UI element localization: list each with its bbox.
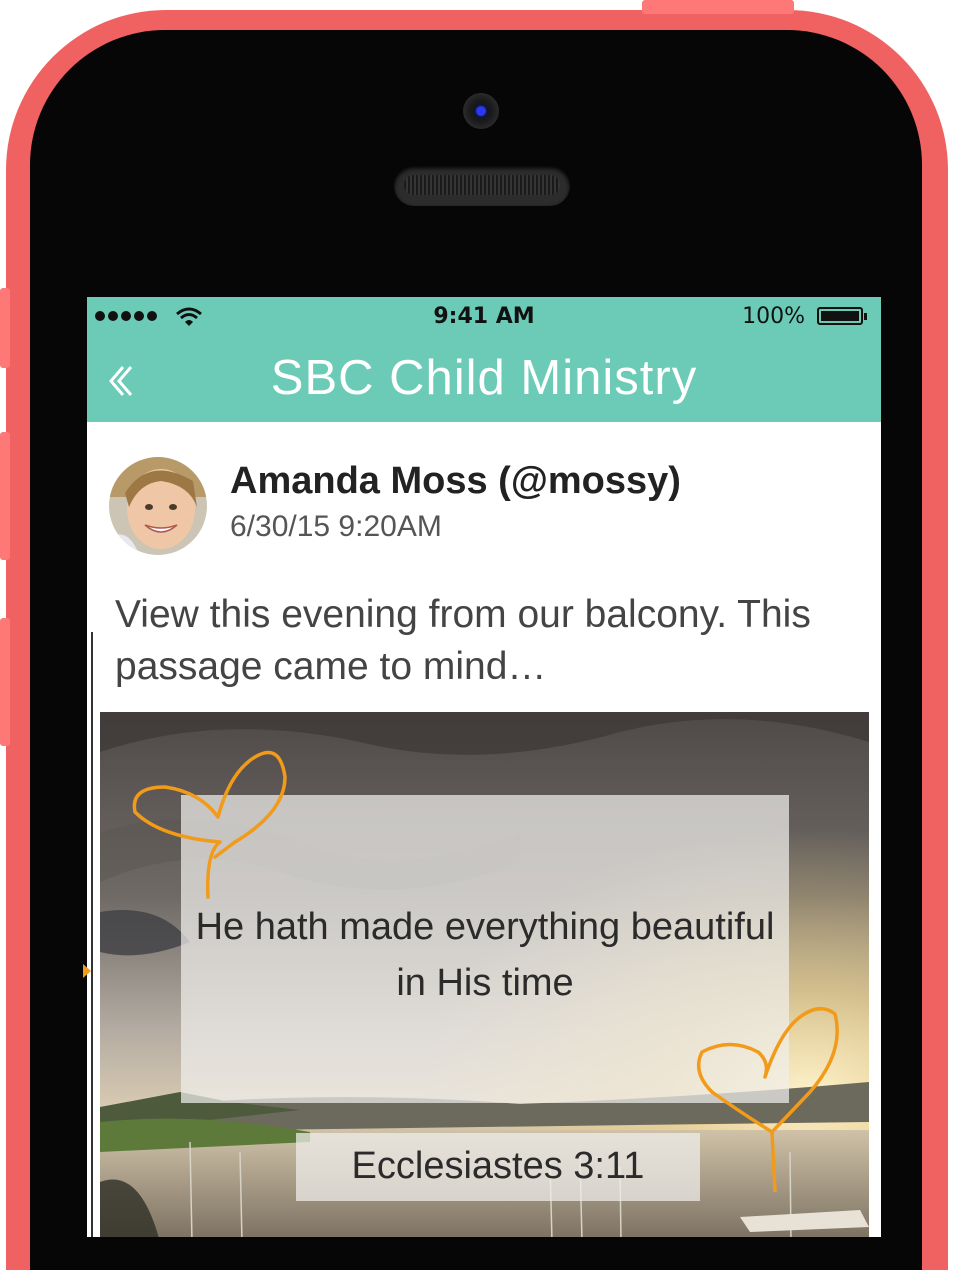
heart-doodle-icon [132,750,287,899]
nav-bar: SBC Child Ministry [87,337,881,422]
scripture-reference: Ecclesiastes 3:11 [351,1145,645,1187]
post-text: View this evening from our balcony. This… [115,593,811,688]
mute-button [0,288,10,368]
ringer-switch [642,0,794,14]
volume-up-button [0,432,10,560]
edge-marker-icon [83,964,91,978]
earpiece-speaker [394,166,570,206]
post-author[interactable]: Amanda Moss (@mossy) [230,460,681,503]
post-date: 6/30/15 9:20AM [230,510,442,543]
app-screen: 9:41 AM 100% SBC Child Ministry Amanda M… [87,297,881,1237]
post-image[interactable]: He hath made everything beautiful in His… [100,712,869,1237]
front-camera [463,93,499,129]
status-bar: 9:41 AM 100% [87,297,881,337]
avatar[interactable] [109,457,207,555]
battery-percent: 100% [742,304,805,329]
volume-down-button [0,618,10,746]
heart-doodle-icon [696,1007,839,1192]
scroll-edge-line [91,632,93,1237]
page-title: SBC Child Ministry [270,351,698,405]
reference-card: Ecclesiastes 3:11 [296,1133,700,1201]
battery-icon [817,307,867,325]
